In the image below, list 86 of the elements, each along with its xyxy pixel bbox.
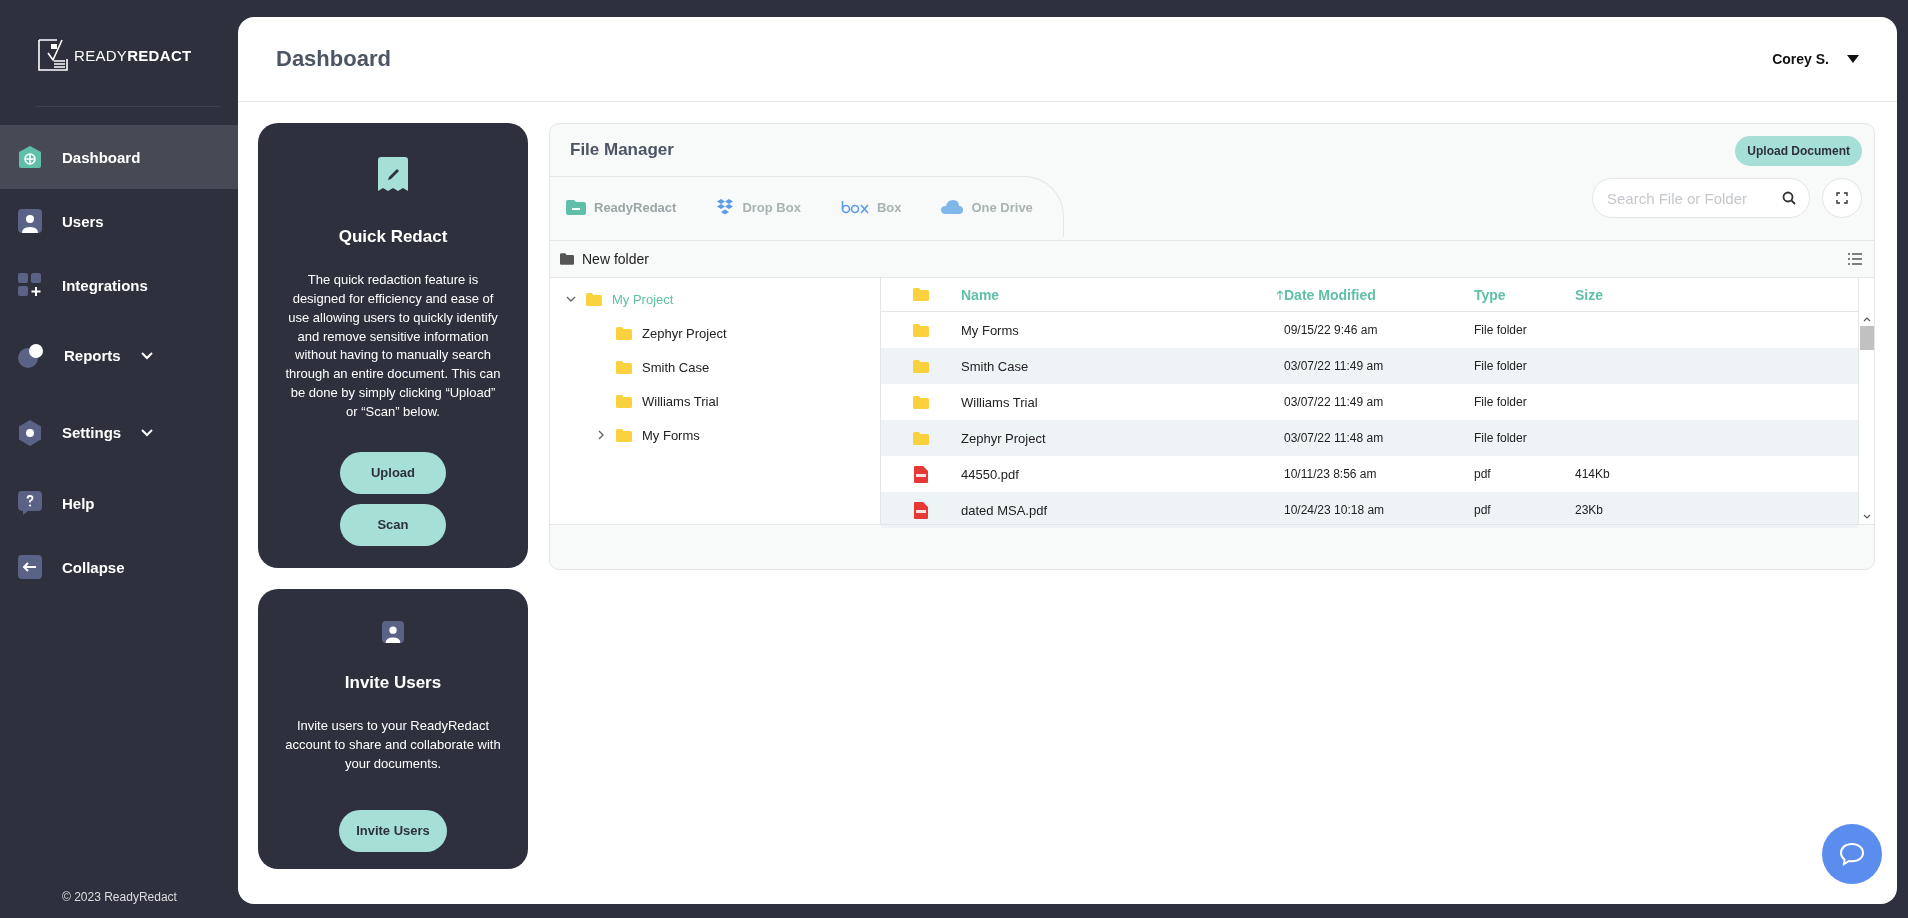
file-name[interactable]: Williams Trial <box>961 394 1284 410</box>
table-cell-text: 03/07/22 11:49 am <box>1284 395 1385 409</box>
help-icon <box>18 491 42 515</box>
folder-icon <box>913 323 929 337</box>
folder-icon <box>586 292 602 306</box>
tree-item[interactable]: Zephyr Project <box>642 325 727 341</box>
card-description: The quick redaction feature is designed for efficiency and ease of use allowing users to quickly identify and remove sensitive information without having to manually search through an entire document. This can be done by simply clicking “Upload” or “Scan” below. <box>284 271 502 421</box>
nav-item[interactable]: Collapse <box>0 535 238 599</box>
nav-item[interactable]: Dashboard <box>0 125 238 189</box>
table-cell-text: File folder <box>1474 359 1528 373</box>
sort-arrow-icon <box>1276 289 1284 300</box>
table-cell-text: 03/07/22 11:49 am <box>1284 359 1385 373</box>
logo-text: READYREDACT <box>74 46 192 64</box>
upload-document-button[interactable]: Upload Document <box>1735 136 1862 166</box>
nav-item[interactable]: Help <box>0 471 238 535</box>
chevron-right-icon[interactable] <box>596 430 606 440</box>
invite-button[interactable]: Invite Users <box>339 809 447 852</box>
table-cell-text: 03/07/22 11:48 am <box>1284 431 1385 445</box>
folder-icon <box>616 326 632 340</box>
tree-item[interactable]: Smith Case <box>642 359 710 375</box>
nav-item[interactable]: Settings <box>0 394 238 471</box>
folder-icon <box>566 199 586 215</box>
table-cell-text: File folder <box>1474 395 1528 409</box>
hexagon-icon <box>18 419 42 446</box>
expand-icon <box>1836 192 1848 204</box>
arrow-left-icon <box>18 555 42 579</box>
folder-icon <box>616 428 632 442</box>
file-name[interactable]: My Forms <box>961 322 1284 338</box>
nav-item[interactable]: Reports <box>0 317 238 394</box>
table-cell-text: 10/24/23 10:18 am <box>1284 503 1386 517</box>
table-cell-text: File folder <box>1474 323 1528 337</box>
grid-plus-icon <box>18 273 42 297</box>
pdf-icon <box>914 501 928 519</box>
fullscreen-button[interactable] <box>1822 178 1862 218</box>
table-cell-text: File folder <box>1474 431 1528 445</box>
scrollbar-thumb[interactable] <box>1859 326 1874 350</box>
pie-chart-icon <box>18 343 44 368</box>
file-name[interactable]: Zephyr Project <box>961 430 1284 446</box>
tree-item[interactable]: My Forms <box>642 427 700 443</box>
action-button[interactable]: Upload <box>340 451 446 494</box>
nav-item[interactable]: Integrations <box>0 253 238 317</box>
page-title: Dashboard <box>276 46 391 72</box>
file-name[interactable]: 44550.pdf <box>961 466 1284 482</box>
logo-icon <box>38 39 68 71</box>
card-title: Quick Redact <box>338 227 448 247</box>
nav-item[interactable]: Users <box>0 189 238 253</box>
dropdown-icon <box>1847 55 1859 63</box>
table-cell-text: 414Kb <box>1575 467 1611 481</box>
box-logo-icon <box>840 200 869 214</box>
card-description: Invite users to your ReadyRedact account to share and collaborate with your documents. <box>284 717 502 773</box>
table-cell-text: 23Kb <box>1575 503 1605 517</box>
file-name[interactable]: Smith Case <box>961 358 1284 374</box>
table-cell-text: 09/15/22 9:46 am <box>1284 323 1379 337</box>
action-button[interactable]: Scan <box>340 503 446 546</box>
search-icon <box>1782 191 1796 205</box>
pencil-icon <box>378 157 408 191</box>
scroll-up-icon[interactable] <box>1862 316 1871 322</box>
folder-icon <box>616 360 632 374</box>
scrollbar[interactable] <box>1858 278 1874 524</box>
table-cell-text: pdf <box>1474 503 1492 517</box>
user-menu[interactable]: Corey S. <box>1772 51 1859 67</box>
folder-icon <box>616 394 632 408</box>
list-view-icon[interactable] <box>1848 253 1862 265</box>
file-name[interactable]: dated MSA.pdf <box>961 502 1284 518</box>
card-title: Invite Users <box>344 673 442 693</box>
panel-title: File Manager <box>569 139 675 161</box>
search-field[interactable]: Search File or Folder <box>1592 178 1810 218</box>
chat-bubble-icon <box>1839 842 1865 866</box>
user-icon <box>382 621 404 643</box>
folder-icon <box>560 253 574 265</box>
box-stack-icon <box>716 199 735 215</box>
folder-icon <box>913 288 929 301</box>
folder-icon <box>913 395 929 409</box>
dashboard-icon <box>18 145 42 169</box>
folder-icon <box>913 431 929 445</box>
table-cell-text: pdf <box>1474 467 1492 481</box>
user-icon <box>18 209 42 233</box>
folder-icon <box>913 359 929 373</box>
chevron-down-icon[interactable] <box>566 294 576 304</box>
scroll-down-icon[interactable] <box>1862 514 1871 520</box>
table-cell-text: 10/11/23 8:56 am <box>1284 467 1378 481</box>
tree-item[interactable]: Williams Trial <box>642 393 719 409</box>
cloud-icon <box>941 200 964 214</box>
pdf-icon <box>914 465 928 483</box>
copyright-text: © 2023 ReadyRedact <box>61 890 178 906</box>
new-folder-button[interactable]: New folder <box>560 251 649 267</box>
